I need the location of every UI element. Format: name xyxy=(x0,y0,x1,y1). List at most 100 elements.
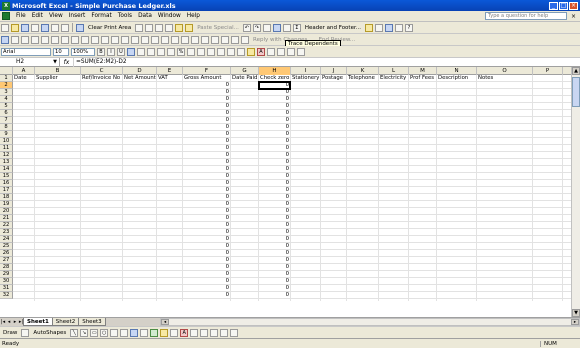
dash-style-icon[interactable] xyxy=(200,328,209,337)
row-header[interactable]: 18 xyxy=(0,194,13,201)
function-icon[interactable]: fx xyxy=(60,57,74,67)
review-icon-22[interactable] xyxy=(211,35,219,44)
italic-icon[interactable]: I xyxy=(107,47,115,56)
menu-view[interactable]: View xyxy=(46,13,66,19)
value-cell[interactable]: 0 xyxy=(259,103,290,110)
arrow-icon[interactable]: ↘ xyxy=(80,328,89,337)
align-right-icon[interactable] xyxy=(147,47,155,56)
value-cell[interactable]: 0 xyxy=(183,103,230,110)
review-icon-9[interactable] xyxy=(81,35,89,44)
scroll-up-icon[interactable]: ▲ xyxy=(572,67,580,75)
bold-icon[interactable]: B xyxy=(97,47,105,56)
select-all-corner[interactable] xyxy=(0,67,13,75)
review-icon-12[interactable] xyxy=(111,35,119,44)
value-cell[interactable]: 0 xyxy=(183,222,230,229)
value-cell[interactable]: 0 xyxy=(183,229,230,236)
title-bar[interactable]: X Microsoft Excel - Simple Purchase Ledg… xyxy=(0,0,580,11)
value-cell[interactable]: 0 xyxy=(183,208,230,215)
value-cell[interactable]: 0 xyxy=(183,285,230,292)
format-icon-4[interactable] xyxy=(297,47,305,56)
review-icon-19[interactable] xyxy=(181,35,189,44)
value-cell[interactable]: 0 xyxy=(259,152,290,159)
value-cell[interactable]: 0 xyxy=(259,229,290,236)
row-header[interactable]: 3 xyxy=(0,89,13,96)
value-cell[interactable]: 0 xyxy=(183,278,230,285)
drawing-icon[interactable] xyxy=(384,23,393,32)
decrease-decimal-icon[interactable] xyxy=(207,47,215,56)
chevron-down-icon[interactable]: ▼ xyxy=(53,58,57,67)
review-icon-24[interactable] xyxy=(231,35,239,44)
value-cell[interactable]: 0 xyxy=(183,152,230,159)
column-header[interactable]: M xyxy=(409,67,437,75)
row-header[interactable]: 7 xyxy=(0,117,13,124)
zoom-select[interactable]: 100% xyxy=(71,47,95,56)
value-cell[interactable]: 0 xyxy=(183,89,230,96)
name-box[interactable]: H2 ▼ xyxy=(0,57,60,67)
scroll-down-icon[interactable]: ▼ xyxy=(572,309,580,317)
active-cell-outline[interactable] xyxy=(258,81,291,90)
clip-art-icon[interactable] xyxy=(140,328,149,337)
scroll-right-icon[interactable]: ▸ xyxy=(571,319,579,325)
row-header[interactable]: 4 xyxy=(0,96,13,103)
font-color-icon-2[interactable]: A xyxy=(180,328,189,337)
copy-icon[interactable] xyxy=(165,23,174,32)
tab-sheet2[interactable]: Sheet2 xyxy=(51,318,80,326)
value-cell[interactable]: 0 xyxy=(183,215,230,222)
row-header[interactable]: 29 xyxy=(0,271,13,278)
column-header[interactable]: I xyxy=(291,67,321,75)
value-cell[interactable]: 0 xyxy=(259,257,290,264)
maximize-button[interactable]: □ xyxy=(559,1,568,10)
row-header[interactable]: 25 xyxy=(0,243,13,250)
text-box-icon[interactable] xyxy=(110,328,119,337)
align-left-icon[interactable] xyxy=(127,47,135,56)
value-cell[interactable]: 0 xyxy=(183,96,230,103)
column-header[interactable]: K xyxy=(347,67,379,75)
row-header[interactable]: 9 xyxy=(0,131,13,138)
column-header[interactable]: G xyxy=(231,67,259,75)
merge-center-icon[interactable] xyxy=(157,47,165,56)
menu-insert[interactable]: Insert xyxy=(66,13,89,19)
column-header[interactable]: Q xyxy=(563,67,571,75)
value-cell[interactable]: 0 xyxy=(183,264,230,271)
horizontal-scrollbar[interactable]: ◂ ▸ xyxy=(160,318,580,326)
value-cell[interactable]: 0 xyxy=(183,173,230,180)
value-cell[interactable]: 0 xyxy=(183,82,230,89)
format-painter-icon[interactable] xyxy=(185,23,194,32)
line-icon[interactable]: ╲ xyxy=(70,328,79,337)
review-icon-15[interactable] xyxy=(141,35,149,44)
underline-icon[interactable]: U xyxy=(117,47,125,56)
close-button[interactable]: × xyxy=(569,1,578,10)
row-header[interactable]: 2 xyxy=(0,82,13,89)
value-cell[interactable]: 0 xyxy=(183,257,230,264)
value-cell[interactable]: 0 xyxy=(183,236,230,243)
zoom-icon[interactable] xyxy=(394,23,403,32)
row-header[interactable]: 10 xyxy=(0,138,13,145)
reply-icon[interactable] xyxy=(241,35,249,44)
review-icon-2[interactable] xyxy=(11,35,19,44)
value-cell[interactable]: 0 xyxy=(259,89,290,96)
value-cell[interactable]: 0 xyxy=(259,285,290,292)
shadow-icon[interactable] xyxy=(220,328,229,337)
value-cell[interactable]: 0 xyxy=(183,292,230,299)
row-header[interactable]: 24 xyxy=(0,236,13,243)
value-cell[interactable]: 0 xyxy=(259,124,290,131)
value-cell[interactable]: 0 xyxy=(183,145,230,152)
row-header[interactable]: 12 xyxy=(0,152,13,159)
value-cell[interactable]: 0 xyxy=(183,271,230,278)
column-header[interactable]: L xyxy=(379,67,409,75)
row-header[interactable]: 30 xyxy=(0,278,13,285)
value-cell[interactable]: 0 xyxy=(259,250,290,257)
decrease-indent-icon[interactable] xyxy=(217,47,225,56)
row-header[interactable]: 26 xyxy=(0,250,13,257)
row-header[interactable]: 20 xyxy=(0,208,13,215)
review-icon-21[interactable] xyxy=(201,35,209,44)
row-header[interactable]: 19 xyxy=(0,201,13,208)
diagram-icon[interactable] xyxy=(130,328,139,337)
value-cell[interactable]: 0 xyxy=(259,278,290,285)
align-center-icon[interactable] xyxy=(137,47,145,56)
rectangle-icon[interactable]: ▭ xyxy=(90,328,99,337)
value-cell[interactable]: 0 xyxy=(259,264,290,271)
picture-icon[interactable] xyxy=(150,328,159,337)
value-cell[interactable]: 0 xyxy=(259,215,290,222)
review-icon-6[interactable] xyxy=(51,35,59,44)
